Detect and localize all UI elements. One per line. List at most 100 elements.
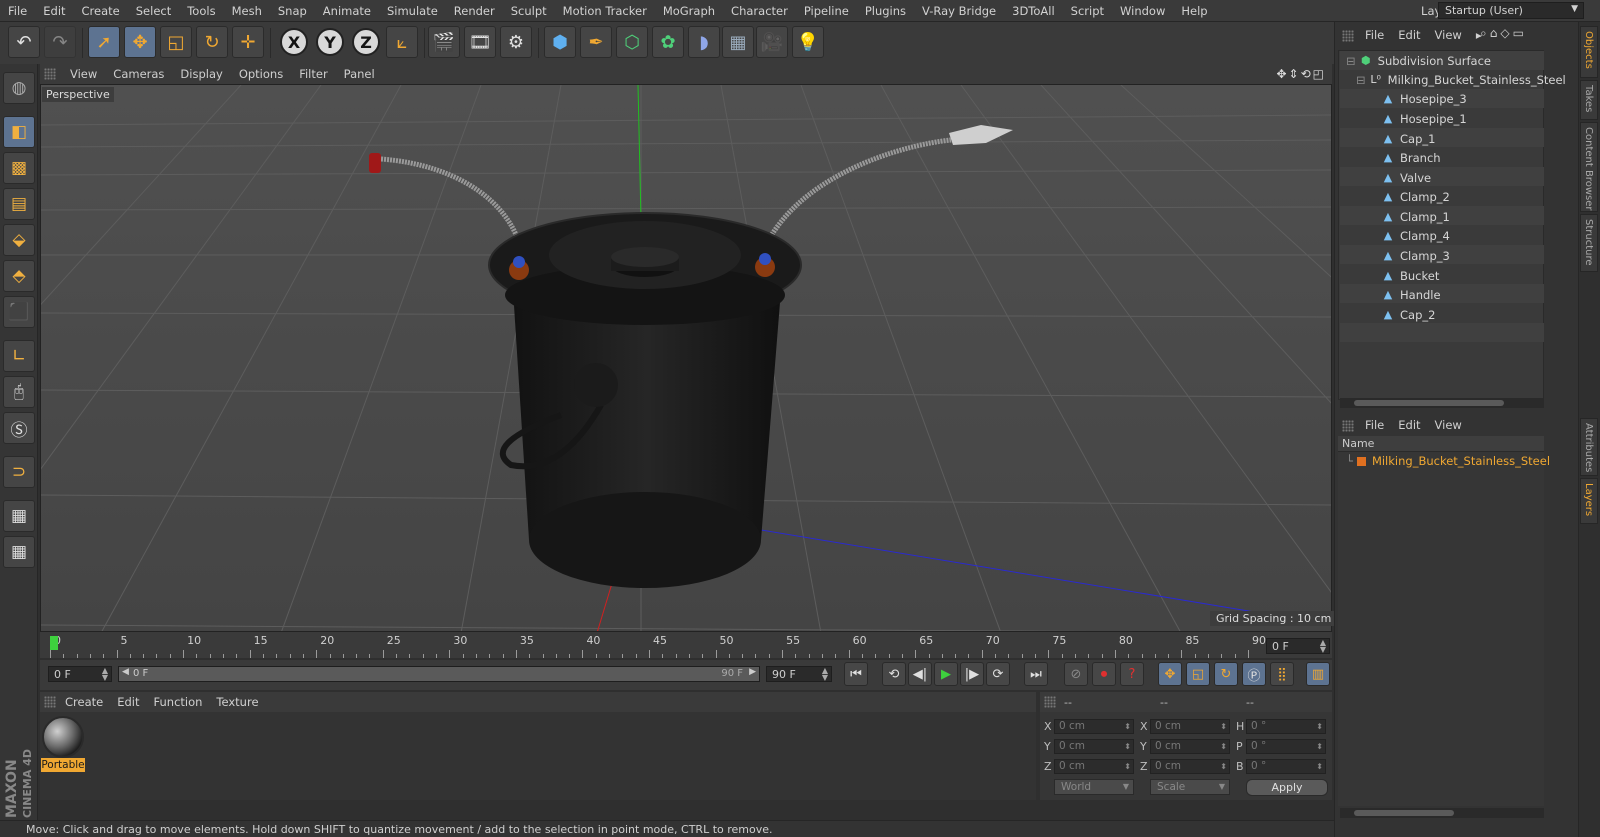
timeline-window-button[interactable]: ▥ — [1306, 662, 1330, 686]
end-frame-field[interactable]: 90 F ▲ ▼ — [766, 666, 832, 682]
point-level-animation-button[interactable]: ⣿ — [1270, 662, 1294, 686]
tree-item-cap-2[interactable]: ▲ Cap_2 — [1382, 306, 1436, 324]
stepper-icon[interactable]: ⬍ — [1220, 720, 1227, 733]
om-menu-view[interactable]: View — [1428, 28, 1469, 42]
tree-item-clamp-1[interactable]: ▲ Clamp_1 — [1382, 208, 1450, 226]
stepper-icon[interactable]: ⬍ — [1124, 740, 1131, 753]
stepper-icon[interactable]: ⬍ — [1316, 760, 1323, 773]
cloner-button[interactable]: ✿ — [652, 26, 684, 58]
menu-animate[interactable]: Animate — [315, 4, 379, 18]
collapse-icon[interactable]: ⊟ — [1346, 54, 1356, 68]
menu-3dtoall[interactable]: 3DToAll — [1004, 4, 1063, 18]
stepper-icon[interactable]: ▲ ▼ — [822, 667, 828, 682]
menu-motion-tracker[interactable]: Motion Tracker — [555, 4, 655, 18]
previous-frame-button[interactable]: ◀| — [908, 662, 932, 686]
position-key-button[interactable]: ✥ — [1158, 662, 1182, 686]
menu-help[interactable]: Help — [1173, 4, 1215, 18]
undo-button[interactable]: ↶ — [8, 26, 40, 58]
play-button[interactable]: ▶ — [934, 662, 958, 686]
object-manager-scrollbar[interactable] — [1340, 398, 1544, 408]
parameter-key-button[interactable]: Ⓟ — [1242, 662, 1266, 686]
bend-deformer-button[interactable]: ◗ — [688, 26, 720, 58]
tree-item-handle[interactable]: ▲ Handle — [1382, 286, 1441, 304]
live-selection-button[interactable]: ➚ — [88, 26, 120, 58]
go-to-start-button[interactable]: ⏮ — [844, 662, 868, 686]
position-x-field[interactable]: 0 cm ⬍ — [1054, 719, 1134, 734]
layer-manager-scrollbar[interactable] — [1340, 808, 1544, 818]
viewport-menu-display[interactable]: Display — [172, 67, 230, 81]
layer-column-name[interactable]: Name — [1338, 436, 1544, 452]
start-frame-field[interactable]: 0 F ▲ ▼ — [48, 666, 112, 682]
viewport-menu-options[interactable]: Options — [231, 67, 291, 81]
material-menu-edit[interactable]: Edit — [110, 695, 146, 709]
size-z-field[interactable]: 0 cm ⬍ — [1150, 759, 1230, 774]
make-editable-button[interactable]: ◍ — [3, 72, 35, 104]
viewport-grip[interactable] — [44, 68, 56, 80]
next-frame-button[interactable]: |▶ — [960, 662, 984, 686]
next-key-button[interactable]: ⟳ — [986, 662, 1010, 686]
apply-button[interactable]: Apply — [1246, 779, 1328, 796]
search-icon[interactable]: ⌕ — [1480, 26, 1490, 40]
subdivision-surface-button[interactable]: ⬡ — [616, 26, 648, 58]
tree-item-clamp-4[interactable]: ▲ Clamp_4 — [1382, 227, 1450, 245]
axis-mode-button[interactable]: ∟ — [3, 340, 35, 372]
current-frame-field[interactable]: 0 F ▲ ▼ — [1266, 638, 1330, 654]
layer-menu-edit[interactable]: Edit — [1391, 418, 1427, 432]
solo-button[interactable]: Ⓢ — [3, 412, 35, 444]
material-thumbnail[interactable] — [42, 716, 84, 758]
render-view-button[interactable]: 🎬 — [428, 26, 460, 58]
coordinate-mode-select[interactable]: World ▼ — [1054, 779, 1134, 795]
redo-button[interactable]: ↷ — [44, 26, 76, 58]
menu-sculpt[interactable]: Sculpt — [503, 4, 555, 18]
material-manager-grip[interactable] — [44, 696, 56, 708]
menu-vray-bridge[interactable]: V-Ray Bridge — [914, 4, 1004, 18]
dolly-icon[interactable]: ⇕ — [1289, 67, 1301, 81]
tree-item-branch[interactable]: ▲ Branch — [1382, 149, 1441, 167]
autokeying-button[interactable]: ⏺ — [1092, 662, 1116, 686]
menu-pipeline[interactable]: Pipeline — [796, 4, 857, 18]
tab-layers[interactable]: Layers — [1580, 478, 1598, 524]
menu-script[interactable]: Script — [1063, 4, 1112, 18]
edges-mode-button[interactable]: ⬘ — [3, 260, 35, 292]
record-keys-button[interactable]: ⊘ — [1064, 662, 1088, 686]
locked-workplane-button[interactable]: ▦ — [3, 500, 35, 532]
menu-simulate[interactable]: Simulate — [379, 4, 446, 18]
tree-item-milking-bucket[interactable]: ⊟ L⁰ Milking_Bucket_Stainless_Steel — [1356, 71, 1566, 89]
tab-attributes[interactable]: Attributes — [1580, 418, 1598, 476]
menu-mesh[interactable]: Mesh — [224, 4, 270, 18]
tree-item-subdivision-surface[interactable]: ⊟ ⬢ Subdivision Surface — [1346, 52, 1491, 70]
rotation-h-field[interactable]: 0 ° ⬍ — [1246, 719, 1326, 734]
pen-spline-button[interactable]: ✒ — [580, 26, 612, 58]
coordinates-grip[interactable] — [1044, 696, 1056, 708]
menu-window[interactable]: Window — [1112, 4, 1173, 18]
tree-item-clamp-3[interactable]: ▲ Clamp_3 — [1382, 247, 1450, 265]
size-y-field[interactable]: 0 cm ⬍ — [1150, 739, 1230, 754]
menu-select[interactable]: Select — [128, 4, 179, 18]
points-mode-button[interactable]: ⬙ — [3, 224, 35, 256]
rotation-key-button[interactable]: ↻ — [1214, 662, 1238, 686]
keyframe-selection-button[interactable]: ? — [1120, 662, 1144, 686]
tweak-mode-button[interactable]: 🖰 — [3, 376, 35, 408]
tree-item-clamp-2[interactable]: ▲ Clamp_2 — [1382, 188, 1450, 206]
cube-object-button[interactable]: ⬢ — [544, 26, 576, 58]
previous-key-button[interactable]: ⟲ — [882, 662, 906, 686]
scrollbar-thumb[interactable] — [1354, 400, 1504, 406]
y-axis-button[interactable]: Y — [316, 28, 344, 56]
tree-item-hosepipe-3[interactable]: ▲ Hosepipe_3 — [1382, 90, 1467, 108]
planar-workplane-button[interactable]: ▦ — [3, 536, 35, 568]
menu-create[interactable]: Create — [74, 4, 128, 18]
orbit-icon[interactable]: ⟲ — [1301, 67, 1313, 81]
om-menu-file[interactable]: File — [1358, 28, 1391, 42]
move-tool-button[interactable]: ✥ — [124, 26, 156, 58]
viewport-menu-cameras[interactable]: Cameras — [105, 67, 172, 81]
chevron-right-icon[interactable]: ▶ — [749, 667, 756, 677]
layout-select[interactable]: Startup (User) ▼ — [1438, 2, 1584, 19]
z-axis-button[interactable]: Z — [352, 28, 380, 56]
coordinate-system-button[interactable]: ⟀ — [386, 26, 418, 58]
chevron-left-icon[interactable]: ◀ — [122, 667, 129, 677]
snap-button[interactable]: ⊃ — [3, 456, 35, 488]
panel-menu-icon[interactable]: ▭ — [1513, 26, 1527, 40]
stepper-icon[interactable]: ⬍ — [1316, 720, 1323, 733]
scrollbar-thumb[interactable] — [1354, 810, 1454, 816]
rotation-p-field[interactable]: 0 ° ⬍ — [1246, 739, 1326, 754]
